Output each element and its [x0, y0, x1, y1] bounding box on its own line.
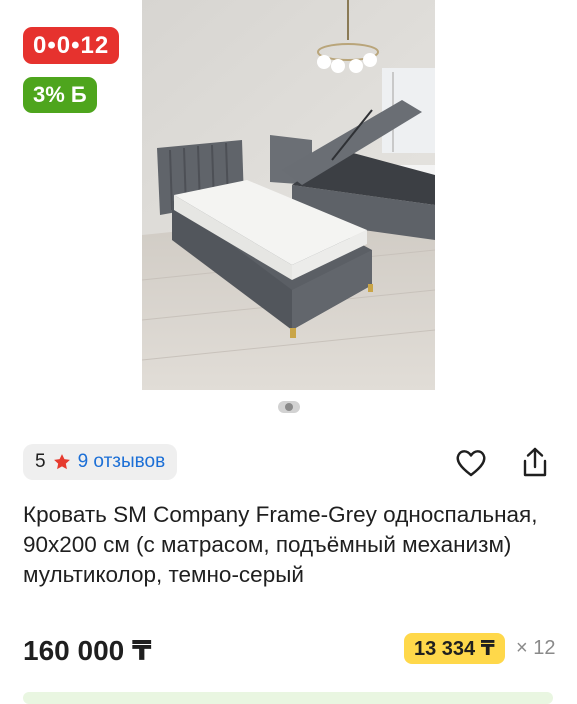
monthly-payment-badge: 13 334 ₸: [404, 633, 505, 664]
heart-icon[interactable]: [454, 446, 488, 480]
installment-months: × 12: [516, 637, 556, 659]
product-photo-illustration: [142, 0, 435, 390]
product-title: Кровать SM Company Frame-Grey односпальн…: [23, 502, 538, 587]
installment-badge: 0•0•12: [23, 27, 120, 64]
rating-score: 5: [35, 451, 46, 472]
reviews-link[interactable]: 9 отзывов: [78, 451, 166, 473]
pager-dot-active: [285, 403, 293, 411]
product-price: 160 000 ₸: [23, 635, 152, 666]
rating-pill[interactable]: 5 9 отзывов: [23, 444, 178, 480]
bottom-banner: [23, 692, 553, 704]
star-icon: [53, 454, 70, 470]
image-pager[interactable]: [278, 401, 300, 413]
product-image[interactable]: [142, 0, 435, 390]
bonus-badge: 3% Б: [23, 77, 97, 113]
share-icon[interactable]: [518, 446, 552, 480]
